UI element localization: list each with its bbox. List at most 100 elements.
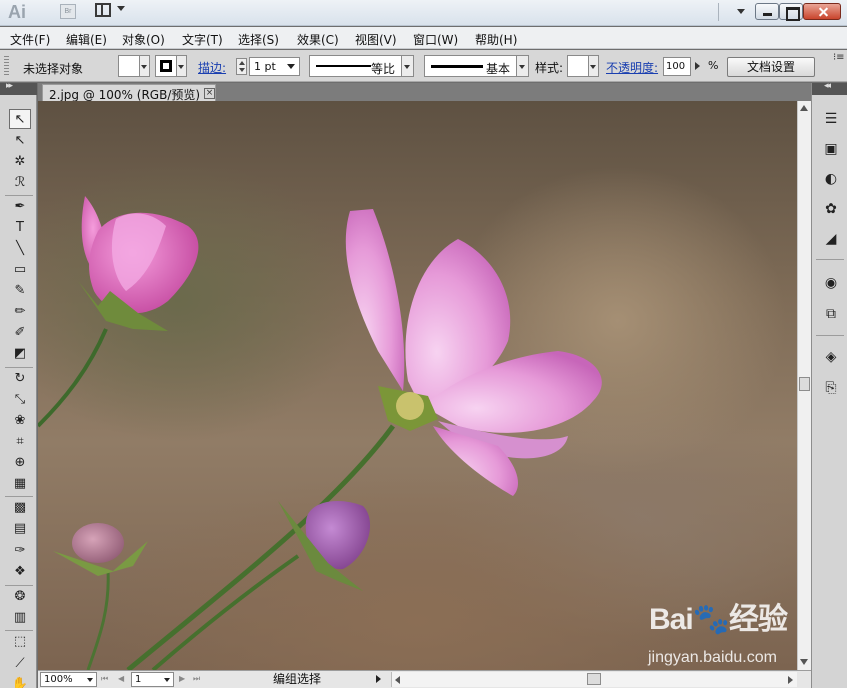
stroke-weight-field[interactable]: 1 pt [249, 57, 300, 76]
graphic-style-swatch[interactable] [567, 55, 589, 77]
menu-file[interactable]: 文件(F) [10, 31, 50, 48]
watermark-logo: Bai🐾经验 [649, 603, 788, 636]
scroll-right-icon[interactable] [788, 676, 793, 684]
vertical-scrollbar[interactable] [797, 101, 811, 670]
stroke-color-dropdown[interactable] [177, 55, 187, 77]
dock-group-divider [816, 335, 844, 336]
profile-dropdown[interactable] [402, 55, 414, 77]
graphic-styles-icon[interactable]: ⧉ [821, 304, 841, 324]
horizontal-scroll-thumb[interactable] [587, 673, 601, 685]
lasso-tool[interactable]: ℛ [9, 173, 31, 193]
first-artboard-icon[interactable]: ⏮ [101, 674, 108, 684]
shape-builder-tool[interactable]: ⊕ [9, 453, 31, 473]
scroll-up-icon[interactable] [800, 105, 808, 111]
tools-panel: ↖↖✲ℛ✒T╲▭✎✏✐◩↻⤡❀⌗⊕▦▩▤✑❖❂▥⬚⟋✋ [0, 81, 37, 688]
last-artboard-icon[interactable]: ⏭ [193, 674, 200, 684]
zoom-level-field[interactable]: 100% [40, 672, 97, 687]
fill-color-swatch[interactable] [118, 55, 140, 77]
brush-dropdown[interactable] [517, 55, 529, 77]
warp-tool[interactable]: ❀ [9, 411, 31, 431]
document-settings-button[interactable]: 文档设置 [727, 57, 815, 77]
slice-tool[interactable]: ⟋ [9, 654, 31, 674]
bridge-button[interactable]: Br [60, 4, 76, 19]
blob-brush-tool[interactable]: ✐ [9, 323, 31, 343]
hand-tool[interactable]: ✋ [9, 675, 31, 688]
tool-group-divider [5, 630, 33, 631]
vertical-scroll-thumb[interactable] [799, 377, 810, 391]
artboard-tool[interactable]: ⬚ [9, 632, 31, 652]
pen-tool[interactable]: ✒ [9, 197, 31, 217]
close-tab-icon[interactable]: × [204, 88, 215, 99]
status-bar: 100% ⏮ ◀ 1 ▶ ⏭ 编组选择 [38, 670, 811, 688]
eyedropper-tool[interactable]: ✑ [9, 541, 31, 561]
graphic-style-dropdown[interactable] [589, 55, 599, 77]
scale-tool[interactable]: ⤡ [9, 390, 31, 410]
opacity-panel-link[interactable]: 不透明度: [606, 59, 658, 76]
swatches-icon[interactable]: ◐ [821, 169, 841, 189]
mesh-tool[interactable]: ▩ [9, 498, 31, 518]
artboards-icon[interactable]: ⎘ [821, 378, 841, 398]
horizontal-scrollbar[interactable] [391, 672, 797, 687]
pink-cosmos-flower [345, 209, 602, 496]
scroll-left-icon[interactable] [395, 676, 400, 684]
blend-tool[interactable]: ❖ [9, 562, 31, 582]
title-bar: Ai Br [0, 0, 847, 26]
rotate-tool[interactable]: ↻ [9, 369, 31, 389]
paintbrush-tool[interactable]: ✎ [9, 281, 31, 301]
direct-selection-tool[interactable]: ↖ [9, 131, 31, 151]
type-tool[interactable]: T [9, 218, 31, 238]
minimize-button[interactable] [755, 3, 779, 20]
next-artboard-icon[interactable]: ▶ [179, 674, 185, 683]
opacity-field[interactable]: 100 [663, 57, 691, 76]
maximize-button[interactable] [779, 3, 803, 21]
workspace-switcher-icon[interactable] [737, 9, 745, 14]
color-panel-icon[interactable]: ☰ [821, 109, 841, 129]
brush-definition[interactable]: 基本 [424, 55, 517, 77]
menu-object[interactable]: 对象(O) [122, 31, 165, 48]
panel-menu-icon[interactable]: ⁝≡ [833, 52, 845, 63]
panel-dock-header[interactable] [812, 81, 847, 95]
stroke-color-swatch[interactable] [155, 55, 177, 77]
tool-group-divider [5, 195, 33, 196]
status-text: 编组选择 [272, 672, 321, 686]
tools-panel-header[interactable] [0, 81, 37, 95]
artboard-number-field[interactable]: 1 [131, 672, 174, 687]
gradient-tool[interactable]: ▤ [9, 519, 31, 539]
document-tab[interactable]: 2.jpg @ 100% (RGB/预览) × [42, 84, 216, 102]
menu-edit[interactable]: 编辑(E) [66, 31, 107, 48]
previous-artboard-icon[interactable]: ◀ [118, 674, 124, 683]
menu-view[interactable]: 视图(V) [355, 31, 397, 48]
stroke-weight-stepper[interactable] [236, 58, 247, 75]
document-canvas[interactable]: Bai🐾经验 jingyan.baidu.com [38, 101, 797, 670]
control-bar-grip[interactable] [4, 56, 9, 76]
fill-color-dropdown[interactable] [140, 55, 150, 77]
pencil-tool[interactable]: ✏ [9, 302, 31, 322]
selection-tool[interactable]: ↖ [9, 109, 31, 129]
menu-help[interactable]: 帮助(H) [475, 31, 517, 48]
variable-width-profile[interactable]: 等比 [309, 55, 402, 77]
scroll-down-icon[interactable] [800, 659, 808, 665]
menu-type[interactable]: 文字(T) [182, 31, 223, 48]
column-graph-tool[interactable]: ▥ [9, 608, 31, 628]
eraser-tool[interactable]: ◩ [9, 344, 31, 364]
arrange-documents-button[interactable] [95, 3, 127, 21]
symbol-sprayer-tool[interactable]: ❂ [9, 587, 31, 607]
menu-select[interactable]: 选择(S) [238, 31, 279, 48]
stroke-panel-link[interactable]: 描边: [198, 59, 226, 76]
menu-window[interactable]: 窗口(W) [413, 31, 458, 48]
close-button[interactable] [803, 3, 841, 20]
menu-effect[interactable]: 效果(C) [297, 31, 339, 48]
layers-icon[interactable]: ◈ [821, 347, 841, 367]
opacity-slider-arrow[interactable] [692, 57, 704, 76]
appearance-icon[interactable]: ◉ [821, 273, 841, 293]
magic-wand-tool[interactable]: ✲ [9, 152, 31, 172]
status-menu-icon[interactable] [376, 675, 381, 683]
placed-image [38, 196, 602, 670]
rectangle-tool[interactable]: ▭ [9, 260, 31, 280]
color-guide-icon[interactable]: ▣ [821, 139, 841, 159]
brushes-icon[interactable]: ✿ [821, 199, 841, 219]
symbols-icon[interactable]: ◢ [821, 229, 841, 249]
line-segment-tool[interactable]: ╲ [9, 239, 31, 259]
perspective-grid-tool[interactable]: ▦ [9, 474, 31, 494]
free-transform-tool[interactable]: ⌗ [9, 432, 31, 452]
